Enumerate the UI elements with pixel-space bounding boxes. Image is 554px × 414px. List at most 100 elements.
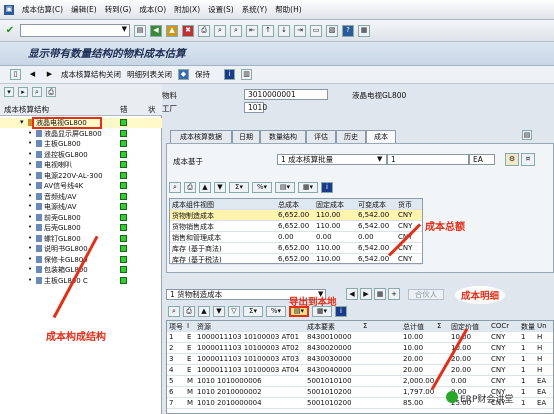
- first-page-icon[interactable]: ⇤: [246, 24, 258, 37]
- cancel-icon[interactable]: ✖: [182, 24, 194, 37]
- detail-col-header[interactable]: 项号: [169, 322, 183, 332]
- detail-asc-icon[interactable]: ▲: [198, 306, 210, 317]
- detail-col-header[interactable]: 资源: [197, 322, 211, 332]
- tree-item[interactable]: • 电视喇叭: [0, 160, 162, 170]
- search-icon[interactable]: ⌕: [32, 87, 42, 97]
- export-local-icon[interactable]: ▤▾: [289, 306, 309, 317]
- detail-print-icon[interactable]: ⎙: [183, 306, 195, 317]
- export-icon[interactable]: ▤▾: [275, 182, 295, 193]
- detail-row[interactable]: 2 E 1000011103 10100003 AT02 8430020000 10.0…: [167, 343, 553, 354]
- tab-history[interactable]: 历史: [336, 130, 366, 143]
- next-view-icon[interactable]: ▶: [360, 288, 372, 300]
- add-view-icon[interactable]: +: [388, 288, 400, 300]
- tree-item[interactable]: • 说明书GL800: [0, 244, 162, 254]
- detail-col-header[interactable]: 成本要素: [307, 322, 335, 332]
- details-icon[interactable]: ⌕: [169, 182, 181, 193]
- detail-desc-icon[interactable]: ▼: [213, 306, 225, 317]
- menu-goto[interactable]: 转到(G): [105, 4, 132, 15]
- tree-item[interactable]: • 后壳GL800: [0, 223, 162, 233]
- keep-button[interactable]: 保持: [195, 69, 210, 80]
- tab-costs[interactable]: 成本: [366, 130, 396, 143]
- menu-cost[interactable]: 成本(O): [139, 4, 166, 15]
- detail-filter-icon[interactable]: ▽: [228, 306, 240, 317]
- menu-extras[interactable]: 附加(X): [174, 4, 200, 15]
- prev-view-icon[interactable]: ◀: [346, 288, 358, 300]
- prev-icon[interactable]: ◀: [27, 69, 38, 80]
- summary-row[interactable]: 库存 (基于商法) 6,652.00 110.00 6,542.00 CNY: [170, 243, 422, 254]
- detail-row[interactable]: 4 E 1000011103 10100003 AT04 8430040000 20.0…: [167, 365, 553, 376]
- expand-node-icon[interactable]: ▾: [20, 118, 24, 126]
- settings-icon[interactable]: ▥: [241, 69, 252, 80]
- prev-page-icon[interactable]: ↑: [262, 24, 274, 37]
- tab-costing-data[interactable]: 成本核算数据: [170, 130, 232, 143]
- layout-icon[interactable]: ▦: [358, 24, 370, 37]
- exit-icon[interactable]: ▲: [166, 24, 178, 37]
- tree-item[interactable]: • 前壳GL800: [0, 213, 162, 223]
- info-summary-icon[interactable]: i: [321, 182, 333, 193]
- tree-item[interactable]: • 主板GL800: [0, 139, 162, 149]
- tab-valuation[interactable]: 评估: [306, 130, 336, 143]
- collapse-icon[interactable]: ▸: [18, 87, 28, 97]
- detail-row[interactable]: 3 E 1000011103 10100003 AT03 8430030000 20.0…: [167, 354, 553, 365]
- tree-item[interactable]: • 电源线/AV: [0, 202, 162, 212]
- expand-icon[interactable]: ▾: [4, 87, 14, 97]
- detail-col-header[interactable]: 总计值: [403, 322, 424, 332]
- tab-dates[interactable]: 日期: [232, 130, 260, 143]
- menu-settings[interactable]: 设置(S): [208, 4, 234, 15]
- summary-row[interactable]: 货物销售成本 6,652.00 110.00 6,542.00 CNY: [170, 221, 422, 232]
- detail-col-header[interactable]: Σ: [363, 322, 367, 330]
- partner-button[interactable]: 合伙人: [408, 289, 444, 300]
- subtotal-icon[interactable]: %▾: [252, 182, 272, 193]
- sort-desc-icon[interactable]: ▼: [214, 182, 226, 193]
- find-icon[interactable]: ⌕: [214, 24, 226, 37]
- tree-item[interactable]: • 螺钉GL800: [0, 234, 162, 244]
- detail-row[interactable]: 1 E 1000011103 10100003 AT01 8430010000 10.0…: [167, 332, 553, 343]
- command-field[interactable]: ▼: [20, 24, 130, 37]
- detail-col-header[interactable]: 数量: [521, 322, 535, 332]
- summary-row[interactable]: 库存 (基于税法) 6,652.00 110.00 6,542.00 CNY: [170, 254, 422, 265]
- qty-field[interactable]: 1: [387, 154, 469, 165]
- print-summary-icon[interactable]: ⎙: [184, 182, 196, 193]
- detail-col-header[interactable]: I: [187, 322, 189, 330]
- tree-item[interactable]: • 遥控板GL800: [0, 150, 162, 160]
- tree-item[interactable]: • 主板GL800 C: [0, 276, 162, 286]
- back-icon[interactable]: ◀: [150, 24, 162, 37]
- tree-item[interactable]: • 液晶显示屏GL800: [0, 129, 162, 139]
- summary-row[interactable]: 销售和管理成本0.000.000.00CNY: [170, 232, 422, 243]
- shortcut-icon[interactable]: ▧: [326, 24, 338, 37]
- detail-subtotal-icon[interactable]: %▾: [266, 306, 286, 317]
- plant-field[interactable]: 1010: [244, 102, 267, 113]
- summary-row[interactable]: 货物制造成本 6,652.00 110.00 6,542.00 CNY: [170, 210, 422, 221]
- document-icon[interactable]: ▯: [10, 69, 21, 80]
- cost-basis-select[interactable]: 1 成本核算批量: [277, 154, 387, 165]
- tree-item[interactable]: • 电源220V-AL-300: [0, 171, 162, 181]
- detail-sum-icon[interactable]: Σ▾: [243, 306, 263, 317]
- sum-icon[interactable]: Σ▾: [229, 182, 249, 193]
- print-tree-icon[interactable]: ⎙: [46, 87, 56, 97]
- print-icon[interactable]: ⎙: [198, 24, 210, 37]
- detail-list-close-button[interactable]: 明细列表关闭: [127, 69, 172, 80]
- detail-col-header[interactable]: Σ: [437, 322, 441, 330]
- keep-icon[interactable]: ◆: [178, 69, 189, 80]
- new-session-icon[interactable]: ▭: [310, 24, 322, 37]
- detail-row[interactable]: 5 M 1010 1010000006 5001010100 2,000.00 0.00 C…: [167, 376, 553, 387]
- find-next-icon[interactable]: ⌕: [230, 24, 242, 37]
- dropdown-arrow-icon[interactable]: ▼: [377, 155, 382, 163]
- save-icon[interactable]: ▤: [134, 24, 146, 37]
- material-field[interactable]: 3010000001: [244, 89, 328, 100]
- next-icon[interactable]: ▶: [44, 69, 55, 80]
- unit-field[interactable]: EA: [469, 154, 495, 165]
- grid-view-icon[interactable]: ▦: [374, 288, 386, 300]
- tab-list-icon[interactable]: ▤: [522, 130, 532, 140]
- sap-menu-icon[interactable]: ▣: [4, 4, 14, 15]
- detail-layout-icon[interactable]: ▦▾: [312, 306, 332, 317]
- tree-item[interactable]: • AV信号线4K: [0, 181, 162, 191]
- menu-help[interactable]: 帮助(H): [275, 4, 302, 15]
- tab-qty-structure[interactable]: 数量结构: [260, 130, 306, 143]
- menu-costing[interactable]: 成本估算(C): [22, 4, 63, 15]
- layout-select-icon[interactable]: ▦▾: [298, 182, 318, 193]
- detail-col-header[interactable]: Un: [537, 322, 547, 330]
- currency-icon[interactable]: ¤: [521, 153, 535, 166]
- detail-col-header[interactable]: COCr: [491, 322, 509, 330]
- next-page-icon[interactable]: ↓: [278, 24, 290, 37]
